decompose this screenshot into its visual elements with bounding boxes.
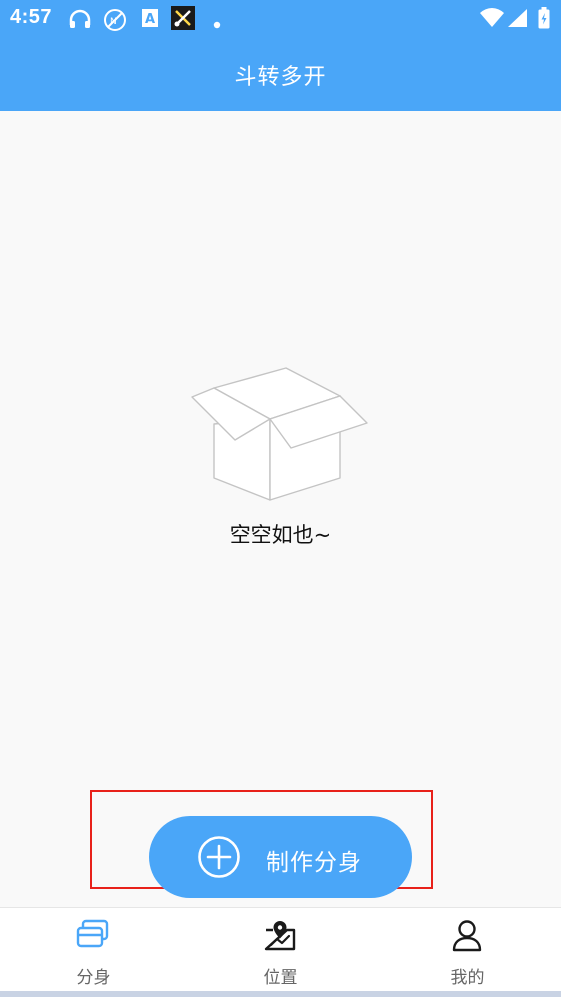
tab-location-label: 位置 <box>263 968 298 988</box>
empty-state-text: 空空如也~ <box>229 523 332 547</box>
tools-icon <box>171 6 195 34</box>
person-icon <box>450 918 484 952</box>
tab-profile[interactable]: 我的 <box>374 908 561 992</box>
empty-box-icon <box>190 366 372 506</box>
tab-profile-label: 我的 <box>450 968 485 988</box>
status-bar: 4:57 N A <box>0 0 561 38</box>
battery-icon <box>538 7 550 33</box>
location-map-icon <box>263 918 297 952</box>
signal-icon <box>507 8 529 32</box>
bottom-tab-bar: 分身 位置 我的 <box>0 907 561 992</box>
page-title: 斗转多开 <box>234 65 327 90</box>
plus-circle-icon <box>197 835 241 879</box>
svg-text:N: N <box>110 17 117 27</box>
main-content: 空空如也~ <box>0 111 561 907</box>
bottom-edge <box>0 991 561 997</box>
headset-icon <box>68 8 92 34</box>
status-time: 4:57 <box>10 6 53 28</box>
tab-location[interactable]: 位置 <box>187 908 374 992</box>
create-clone-button[interactable]: 制作分身 <box>149 816 412 898</box>
font-a-icon: A <box>141 8 159 32</box>
dot-icon <box>213 14 221 33</box>
wifi-icon <box>479 8 505 32</box>
cards-icon <box>76 918 110 952</box>
svg-text:A: A <box>145 12 155 27</box>
app-header: 4:57 N A 斗转多开 <box>0 0 561 111</box>
no-data-icon: N <box>103 8 127 36</box>
create-clone-label: 制作分身 <box>266 850 362 876</box>
tab-clones-label: 分身 <box>76 968 111 988</box>
tab-clones[interactable]: 分身 <box>0 908 187 992</box>
